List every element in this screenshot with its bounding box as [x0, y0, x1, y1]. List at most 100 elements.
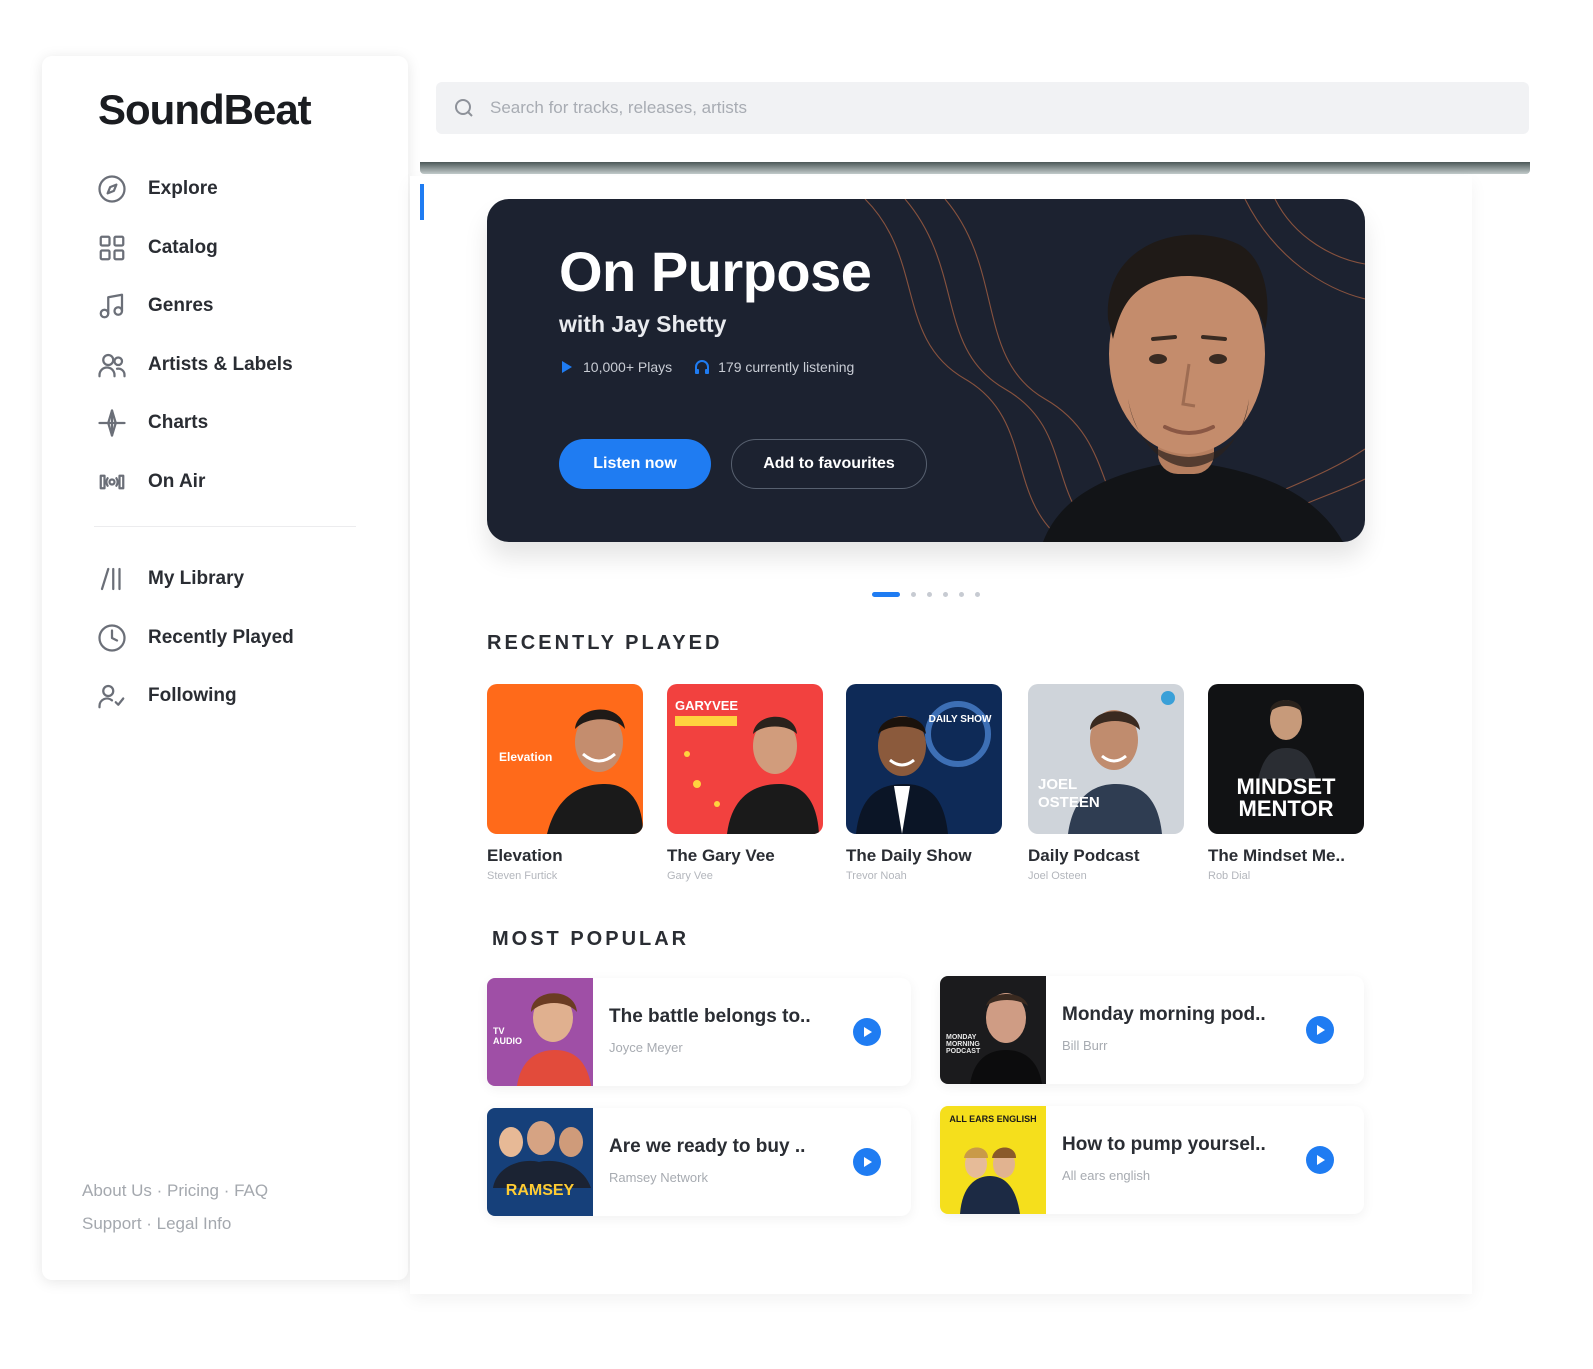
broadcast-icon — [94, 464, 130, 500]
carousel-dot-5[interactable] — [959, 592, 964, 597]
top-banner-strip — [420, 162, 1530, 174]
card-title: Elevation — [487, 846, 563, 865]
search-icon — [455, 99, 473, 117]
listening-count: 179 currently listening — [718, 359, 855, 375]
hero-subtitle: with Jay Shetty — [559, 311, 727, 337]
cover-label: Elevation — [499, 750, 553, 764]
carousel-dot-3[interactable] — [927, 592, 932, 597]
clock-icon — [94, 620, 130, 656]
item-author: Bill Burr — [1062, 1038, 1108, 1053]
carousel-dot-6[interactable] — [975, 592, 980, 597]
carousel-dot-2[interactable] — [911, 592, 916, 597]
host-portrait — [1043, 234, 1343, 542]
card-title: The Mindset Me.. — [1208, 846, 1345, 865]
play-icon — [864, 1027, 872, 1037]
most-popular-heading: MOST POPULAR — [492, 928, 690, 950]
library-icon — [94, 561, 130, 597]
search-input[interactable] — [490, 98, 1390, 118]
headphones-icon — [695, 360, 710, 374]
thumbnail-label: TV AUDIO — [493, 1026, 522, 1046]
carousel-dots — [872, 592, 991, 597]
footer-links-line-1[interactable]: About Us · Pricing · FAQ — [82, 1174, 268, 1207]
popular-item[interactable]: MONDAY MORNING PODCAST Monday morning po… — [940, 976, 1364, 1084]
item-title: Monday morning pod.. — [1062, 1004, 1266, 1025]
nav-item-following[interactable]: Following — [94, 667, 364, 726]
thumbnail-illustration — [970, 993, 1042, 1084]
thumbnail-label: ALL EARS ENGLISH — [949, 1114, 1037, 1124]
plays-stat: 10,000+ Plays — [559, 359, 672, 375]
compass-icon — [94, 171, 130, 207]
item-title: How to pump yoursel.. — [1062, 1134, 1266, 1155]
thumbnail: TV AUDIO — [487, 978, 593, 1086]
thumbnail-label: RAMSEY — [505, 1182, 575, 1199]
play-button[interactable] — [1306, 1146, 1334, 1174]
sidebar: SoundBeat Explore Catalog Genres Artists… — [42, 56, 408, 1280]
main-nav: Explore Catalog Genres Artists & Labels … — [94, 160, 364, 511]
user-check-icon — [94, 678, 130, 714]
library-nav: My Library Recently Played Following — [94, 550, 364, 726]
card-title: The Gary Vee — [667, 846, 775, 865]
brand-logo[interactable]: SoundBeat — [98, 86, 312, 134]
play-icon — [1317, 1155, 1325, 1165]
card-author: Trevor Noah — [846, 870, 907, 882]
card-author: Rob Dial — [1208, 870, 1251, 882]
cover-art: JOEL OSTEEN — [1028, 684, 1184, 834]
play-button[interactable] — [1306, 1016, 1334, 1044]
play-icon — [864, 1157, 872, 1167]
popular-item[interactable]: ALL EARS ENGLISH How to pump yoursel.. A… — [940, 1106, 1364, 1214]
nav-item-artists-labels[interactable]: Artists & Labels — [94, 336, 364, 395]
hero-title: On Purpose — [559, 240, 872, 303]
carousel-dot-4[interactable] — [943, 592, 948, 597]
nav-item-charts[interactable]: Charts — [94, 394, 364, 453]
chart-icon — [94, 405, 130, 441]
listening-stat: 179 currently listening — [694, 359, 854, 375]
recent-card-gary-vee[interactable]: GARYVEE The Gary Vee Gary Vee — [667, 684, 823, 882]
popular-item[interactable]: TV AUDIO The battle belongs to.. Joyce M… — [487, 978, 911, 1086]
recent-card-elevation[interactable]: Elevation Elevation Steven Furtick — [487, 684, 643, 882]
card-title: Daily Podcast — [1028, 846, 1140, 865]
card-author: Joel Osteen — [1028, 870, 1087, 882]
add-to-favourites-button[interactable]: Add to favourites — [731, 439, 927, 489]
item-title: The battle belongs to.. — [609, 1006, 811, 1027]
cover-illustration — [856, 701, 991, 834]
carousel-dot-1[interactable] — [872, 592, 900, 597]
nav-label: On Air — [148, 470, 206, 492]
cover-art: DAILY SHOW — [846, 684, 1002, 834]
nav-label: Explore — [148, 178, 218, 200]
sidebar-footer: About Us · Pricing · FAQ Support · Legal… — [82, 1174, 268, 1240]
cover-art: MINDSET MENTOR — [1208, 684, 1364, 834]
nav-label: My Library — [148, 568, 245, 590]
play-button[interactable] — [853, 1148, 881, 1176]
item-author: Ramsey Network — [609, 1170, 708, 1185]
item-author: All ears english — [1062, 1168, 1151, 1183]
card-title: The Daily Show — [846, 846, 972, 865]
footer-links-line-2[interactable]: Support · Legal Info — [82, 1207, 268, 1240]
nav-item-on-air[interactable]: On Air — [94, 453, 364, 512]
nav-item-genres[interactable]: Genres — [94, 277, 364, 336]
nav-label: Catalog — [148, 236, 218, 258]
nav-item-catalog[interactable]: Catalog — [94, 219, 364, 278]
recent-card-daily-podcast[interactable]: JOEL OSTEEN Daily Podcast Joel Osteen — [1028, 684, 1184, 882]
item-title: Are we ready to buy .. — [609, 1136, 806, 1157]
cover-label: GARYVEE — [675, 698, 739, 713]
nav-label: Following — [148, 685, 237, 707]
music-note-icon — [94, 288, 130, 324]
play-icon — [562, 361, 572, 373]
nav-item-my-library[interactable]: My Library — [94, 550, 364, 609]
thumbnail-label: MONDAY MORNING PODCAST — [946, 1034, 981, 1055]
cover-art: Elevation — [487, 684, 643, 834]
recent-card-daily-show[interactable]: DAILY SHOW The Daily Show Trevor Noah — [846, 684, 1002, 882]
nav-label: Recently Played — [148, 626, 294, 648]
nav-label: Genres — [148, 295, 214, 317]
listen-now-button[interactable]: Listen now — [559, 439, 711, 489]
grid-icon — [94, 230, 130, 266]
recent-card-mindset-mentor[interactable]: MINDSET MENTOR The Mindset Me.. Rob Dial — [1208, 684, 1364, 882]
nav-item-explore[interactable]: Explore — [94, 160, 364, 219]
popular-item[interactable]: RAMSEY Are we ready to buy .. Ramsey Net… — [487, 1108, 911, 1216]
cover-label: JOEL OSTEEN — [1038, 776, 1100, 811]
play-icon — [1317, 1025, 1325, 1035]
play-button[interactable] — [853, 1018, 881, 1046]
hero-meta: 10,000+ Plays 179 currently listening — [559, 359, 876, 375]
item-author: Joyce Meyer — [609, 1040, 683, 1055]
nav-item-recently-played[interactable]: Recently Played — [94, 609, 364, 668]
